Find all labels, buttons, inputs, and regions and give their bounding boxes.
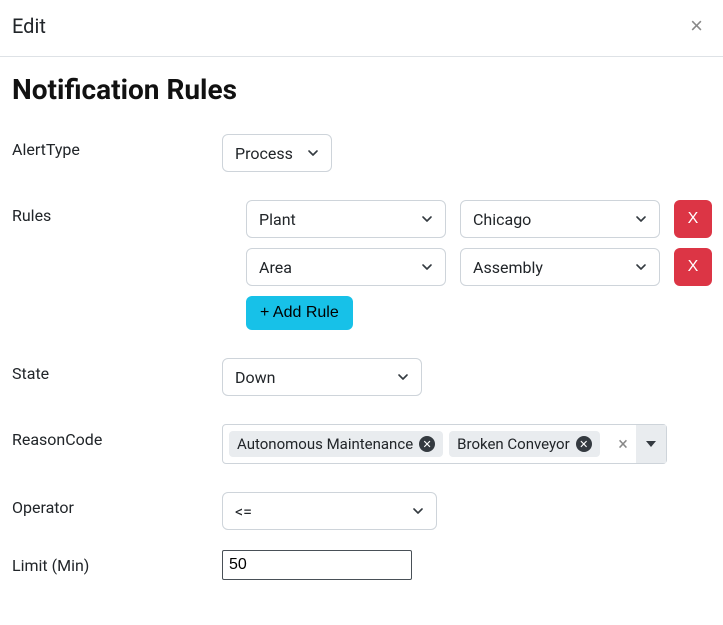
chevron-down-icon [397, 371, 409, 383]
reason-code-tag-label: Autonomous Maintenance [237, 435, 413, 453]
rules-list: Plant Chicago X Area [222, 200, 712, 330]
reason-code-tag-label: Broken Conveyor [457, 435, 570, 453]
label-operator: Operator [12, 492, 222, 517]
state-value: Down [235, 368, 275, 387]
rule-line: Area Assembly X [246, 248, 712, 286]
close-icon: × [690, 13, 703, 38]
row-rules: Rules Plant Chicago X [12, 200, 711, 330]
delete-rule-button[interactable]: X [674, 248, 712, 286]
rule-value: Assembly [473, 258, 543, 277]
alert-type-value: Process [235, 144, 293, 163]
add-rule-button[interactable]: + Add Rule [246, 296, 353, 330]
row-state: State Down [12, 358, 711, 396]
chevron-down-icon [307, 147, 319, 159]
operator-select[interactable]: <= [222, 492, 437, 530]
rule-value-select[interactable]: Chicago [460, 200, 660, 238]
reason-code-clear-button[interactable]: × [610, 425, 636, 463]
modal-body: Notification Rules AlertType Process Rul… [0, 57, 723, 610]
row-limit: Limit (Min) [12, 550, 711, 580]
label-rules: Rules [12, 200, 222, 225]
label-limit: Limit (Min) [12, 550, 222, 575]
chevron-down-icon [635, 261, 647, 273]
operator-value: <= [235, 502, 252, 521]
label-state: State [12, 358, 222, 383]
row-alert-type: AlertType Process [12, 134, 711, 172]
chevron-down-icon [421, 213, 433, 225]
rule-scope-value: Plant [259, 210, 296, 229]
delete-rule-button[interactable]: X [674, 200, 712, 238]
tag-remove-icon[interactable]: ✕ [419, 436, 435, 452]
tag-remove-icon[interactable]: ✕ [576, 436, 592, 452]
chevron-down-icon [421, 261, 433, 273]
modal-title: Edit [12, 14, 46, 38]
rule-scope-select[interactable]: Plant [246, 200, 446, 238]
alert-type-select[interactable]: Process [222, 134, 332, 172]
chevron-down-icon [412, 505, 424, 517]
state-select[interactable]: Down [222, 358, 422, 396]
reason-code-tag: Autonomous Maintenance ✕ [229, 431, 443, 457]
clear-icon: × [618, 434, 628, 455]
dropdown-caret-icon [646, 441, 656, 447]
row-operator: Operator <= [12, 492, 711, 530]
chevron-down-icon [635, 213, 647, 225]
rule-scope-select[interactable]: Area [246, 248, 446, 286]
rule-value-select[interactable]: Assembly [460, 248, 660, 286]
rule-scope-value: Area [259, 258, 292, 277]
rule-line: Plant Chicago X [246, 200, 712, 238]
modal-header: Edit × [0, 0, 723, 57]
label-alert-type: AlertType [12, 134, 222, 159]
reason-code-tag: Broken Conveyor ✕ [449, 431, 600, 457]
reason-code-dropdown-toggle[interactable] [636, 425, 666, 463]
rule-value: Chicago [473, 210, 531, 229]
close-button[interactable]: × [686, 15, 707, 37]
limit-input[interactable] [222, 550, 412, 580]
page-title: Notification Rules [12, 73, 711, 106]
reason-code-tags: Autonomous Maintenance ✕ Broken Conveyor… [223, 425, 610, 463]
label-reason-code: ReasonCode [12, 424, 222, 449]
row-reason-code: ReasonCode Autonomous Maintenance ✕ Brok… [12, 424, 711, 464]
reason-code-multiselect[interactable]: Autonomous Maintenance ✕ Broken Conveyor… [222, 424, 667, 464]
